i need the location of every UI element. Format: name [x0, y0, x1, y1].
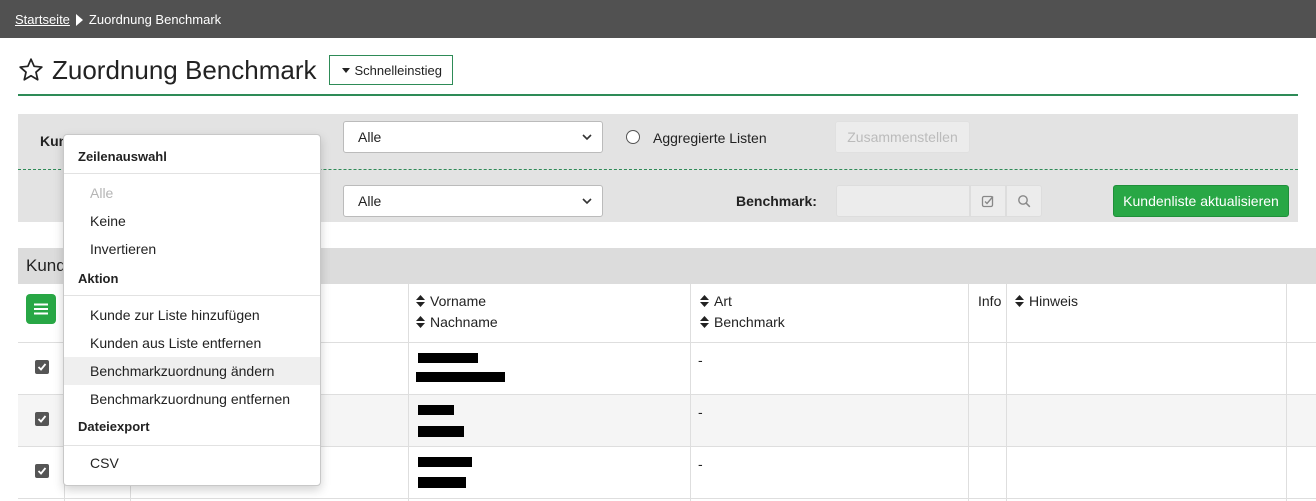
menu-item-select-none[interactable]: Keine	[64, 207, 320, 235]
grid-line	[1286, 284, 1287, 501]
menu-section-selection: Zeilenauswahl	[78, 149, 167, 164]
column-type-label: Art	[714, 293, 732, 309]
sort-icon	[416, 295, 425, 307]
column-firstname-label: Vorname	[430, 293, 487, 309]
table-action-menu: Zeilenauswahl Alle Keine Invertieren Akt…	[63, 134, 321, 486]
benchmark-input[interactable]	[836, 185, 970, 217]
aggregated-lists-label: Aggregierte Listen	[653, 130, 767, 146]
sort-icon	[700, 295, 709, 307]
menu-divider	[64, 173, 320, 174]
menu-item-remove-customers[interactable]: Kunden aus Liste entfernen	[64, 329, 320, 357]
hamburger-icon	[34, 303, 48, 315]
breadcrumb-current: Zuordnung Benchmark	[88, 11, 222, 27]
column-note-label: Hinweis	[1029, 293, 1079, 309]
check-icon	[37, 415, 47, 423]
grid-line	[1006, 284, 1007, 501]
aggregated-lists-radio[interactable]	[626, 130, 640, 144]
customer-table-title: Kund	[26, 256, 66, 275]
menu-item-add-customer[interactable]: Kunde zur Liste hinzufügen	[64, 301, 320, 329]
table-menu-button[interactable]	[26, 294, 56, 324]
row-type-value: -	[698, 352, 703, 368]
menu-item-csv-export[interactable]: CSV	[64, 449, 320, 477]
column-lastname-label: Nachname	[430, 314, 498, 330]
grid-line	[408, 284, 409, 501]
list-select-value: Alle	[358, 129, 382, 145]
menu-item-remove-benchmark[interactable]: Benchmarkzuordnung entfernen	[64, 385, 320, 413]
column-benchmark-label: Benchmark	[714, 314, 785, 330]
benchmark-label: Benchmark:	[736, 193, 817, 209]
menu-item-change-benchmark[interactable]: Benchmarkzuordnung ändern	[64, 357, 320, 385]
breadcrumb-separator-icon	[75, 14, 83, 26]
redacted-firstname	[418, 353, 478, 363]
sort-icon	[416, 316, 425, 328]
quick-access-label: Schnelleinstieg	[354, 62, 442, 78]
breadcrumb: Startseite Zuordnung Benchmark	[0, 0, 1316, 38]
redacted-lastname	[418, 426, 464, 437]
check-icon	[37, 363, 47, 371]
grid-line	[968, 284, 969, 501]
redacted-firstname	[418, 457, 472, 467]
update-customer-list-button[interactable]: Kundenliste aktualisieren	[1113, 185, 1289, 217]
benchmark-select-button[interactable]	[970, 185, 1006, 217]
column-header-info: Info	[978, 293, 1002, 309]
row-checkbox[interactable]	[35, 464, 49, 478]
title-divider	[18, 94, 1298, 96]
menu-item-invert[interactable]: Invertieren	[64, 235, 320, 263]
quick-access-button[interactable]: Schnelleinstieg	[329, 55, 453, 85]
row-type-value: -	[698, 456, 703, 472]
menu-section-export: Dateiexport	[78, 419, 150, 434]
grid-line	[690, 284, 691, 501]
menu-item-select-all[interactable]: Alle	[64, 179, 320, 207]
sort-icon	[1015, 295, 1024, 307]
menu-section-action: Aktion	[78, 271, 119, 286]
row-type-value: -	[698, 404, 703, 420]
redacted-lastname	[416, 372, 505, 382]
caret-down-icon	[342, 67, 351, 73]
check-icon	[37, 467, 47, 475]
page-header: Zuordnung Benchmark Schnelleinstieg	[18, 50, 453, 90]
breadcrumb-home-link[interactable]: Startseite	[15, 12, 70, 27]
page-title: Zuordnung Benchmark	[52, 54, 317, 85]
column-header-type[interactable]: Art	[700, 293, 732, 309]
column-header-lastname[interactable]: Nachname	[416, 314, 498, 330]
row-checkbox[interactable]	[35, 360, 49, 374]
checkbox-edit-icon	[981, 195, 994, 208]
chevron-down-icon	[582, 134, 592, 141]
assemble-button[interactable]: Zusammenstellen	[835, 121, 970, 153]
second-select-value: Alle	[358, 193, 382, 209]
chevron-down-icon	[582, 198, 592, 205]
list-select[interactable]: Alle	[343, 121, 603, 153]
redacted-firstname	[418, 405, 454, 415]
menu-divider	[64, 295, 320, 296]
column-header-note[interactable]: Hinweis	[1015, 293, 1078, 309]
row-checkbox[interactable]	[35, 412, 49, 426]
search-icon	[1018, 195, 1031, 208]
redacted-lastname	[418, 477, 466, 488]
star-icon[interactable]	[18, 57, 44, 83]
second-select[interactable]: Alle	[343, 185, 603, 217]
column-header-benchmark[interactable]: Benchmark	[700, 314, 785, 330]
benchmark-search-button[interactable]	[1006, 185, 1042, 217]
column-header-firstname[interactable]: Vorname	[416, 293, 486, 309]
menu-divider	[64, 445, 320, 446]
grid-line	[18, 498, 1316, 499]
sort-icon	[700, 316, 709, 328]
